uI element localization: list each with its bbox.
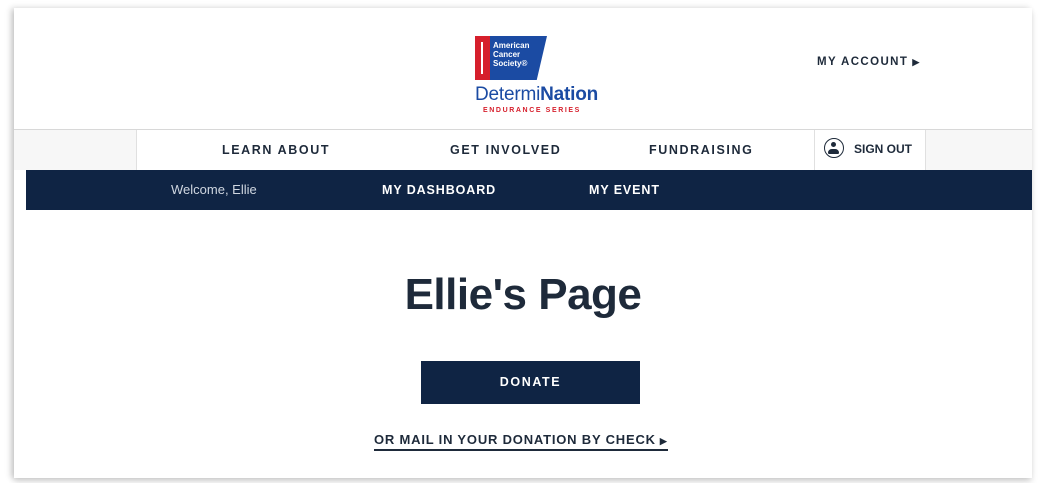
participant-nav: Welcome, Ellie MY DASHBOARD MY EVENT (26, 170, 1032, 210)
acs-wordmark: American Cancer Society® (493, 41, 543, 68)
sword-icon (481, 42, 483, 74)
nav-get-involved[interactable]: GET INVOLVED (450, 143, 561, 157)
nav-my-dashboard[interactable]: MY DASHBOARD (382, 183, 496, 197)
acs-line: American (493, 41, 530, 50)
welcome-text: Welcome, Ellie (171, 182, 257, 197)
nav-spacer-left (14, 130, 137, 170)
my-account-label: MY ACCOUNT (817, 56, 909, 68)
brand-name: DetermiNation (475, 84, 598, 106)
mail-donation-label: OR MAIL IN YOUR DONATION BY CHECK (374, 432, 656, 447)
my-account-link[interactable]: MY ACCOUNT ▶ (817, 56, 921, 68)
acs-badge: American Cancer Society® (475, 36, 547, 80)
brand-regular: Determi (475, 84, 541, 105)
nav-fundraising[interactable]: FUNDRAISING (649, 143, 753, 157)
nav-my-event[interactable]: MY EVENT (589, 183, 660, 197)
play-arrow-icon: ▶ (912, 57, 921, 67)
user-icon (824, 138, 844, 158)
donate-button[interactable]: DONATE (421, 361, 640, 404)
page-title: Ellie's Page (404, 270, 642, 319)
acs-line: Society® (493, 59, 528, 68)
brand-bold: Nation (540, 84, 599, 105)
sign-out-label: SIGN OUT (854, 142, 913, 156)
mail-donation-link[interactable]: OR MAIL IN YOUR DONATION BY CHECK ▶ (374, 432, 668, 451)
main-nav: LEARN ABOUT GET INVOLVED FUNDRAISING SIG… (14, 129, 1032, 170)
browser-page: American Cancer Society® DetermiNation E… (14, 8, 1032, 478)
acs-line: Cancer (493, 50, 521, 59)
sign-out-button[interactable]: SIGN OUT (814, 130, 926, 170)
nav-spacer-right (925, 130, 1032, 170)
determination-logo[interactable]: American Cancer Society® DetermiNation E… (475, 36, 598, 122)
brand-subtitle: ENDURANCE SERIES (483, 107, 581, 114)
play-arrow-icon: ▶ (659, 436, 668, 446)
nav-learn-about[interactable]: LEARN ABOUT (222, 143, 330, 157)
